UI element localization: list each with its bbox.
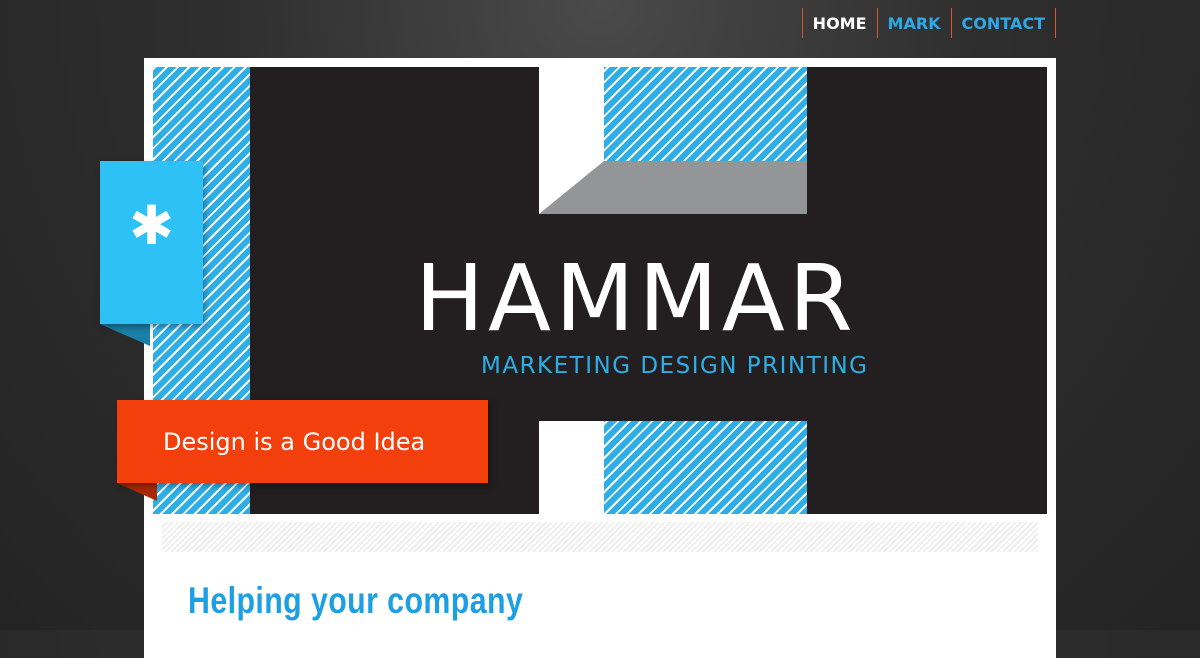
hero-title: HAMMAR [415, 245, 857, 352]
asterisk-icon: ✱ [128, 194, 175, 257]
hatch-divider [162, 522, 1038, 552]
tagline-banner: Design is a Good Idea [117, 400, 488, 483]
hero-gray-bevel [539, 161, 807, 214]
nav-contact-link[interactable]: CONTACT [950, 8, 1056, 38]
blue-tab-fold [100, 324, 150, 346]
side-tab: ✱ [100, 161, 203, 324]
hero-h-top-stripes [604, 67, 807, 161]
nav-home-link[interactable]: HOME [801, 8, 877, 38]
nav-mark-link[interactable]: MARK [876, 8, 951, 38]
hero-h-bottom-white [539, 421, 604, 514]
hero-subtitle: MARKETING DESIGN PRINTING [481, 353, 869, 379]
top-navigation: HOME MARK CONTACT [801, 8, 1056, 38]
orange-tab-fold [117, 483, 157, 501]
tagline-text: Design is a Good Idea [163, 427, 426, 456]
section-heading: Helping your company [188, 580, 524, 621]
hero-h-bottom-stripes [604, 421, 807, 514]
